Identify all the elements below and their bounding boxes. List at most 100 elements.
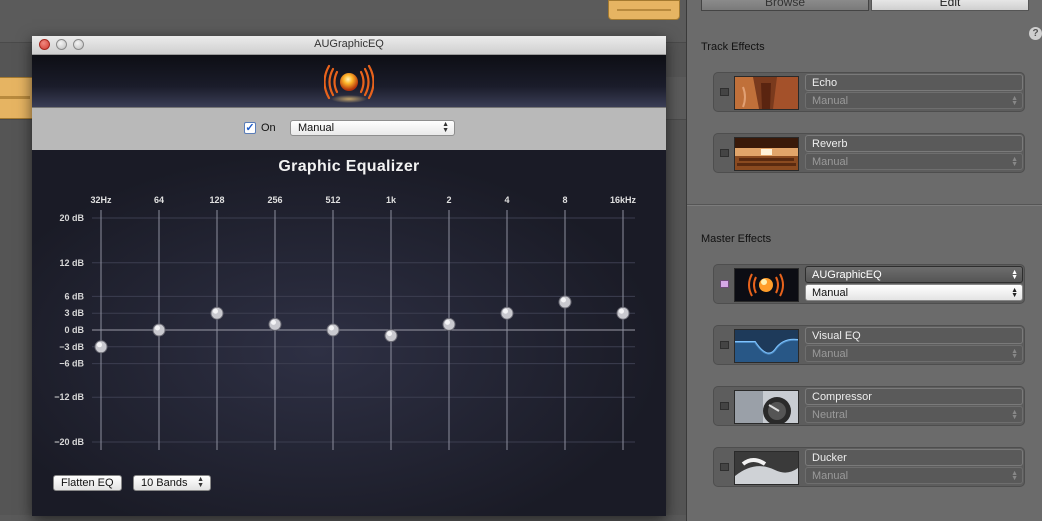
preset-select[interactable]: Manual ▲ ▼ xyxy=(290,120,455,136)
updown-arrows-icon: ▲ ▼ xyxy=(442,121,449,134)
updown-arrows-icon: ▲ ▼ xyxy=(1011,409,1018,421)
knob-highlight xyxy=(155,325,160,331)
band-label: 8 xyxy=(562,195,567,205)
band-label: 4 xyxy=(504,195,509,205)
knob-highlight xyxy=(329,325,334,331)
effect-toggle[interactable] xyxy=(720,402,729,410)
effect-slot-compressor: Compressor Neutral ▲ ▼ xyxy=(713,386,1025,426)
effect-preset-value: Manual xyxy=(812,348,849,360)
window-title: AUGraphicEQ xyxy=(314,38,384,50)
band-label: 16kHz xyxy=(610,195,637,205)
updown-arrows-icon: ▲ ▼ xyxy=(1011,269,1018,281)
band-label: 1k xyxy=(386,195,397,205)
equalizer-graph: 20 dB 12 dB 6 dB 3 dB 0 dB −3 dB −6 dB −12 dB −2… xyxy=(54,195,637,450)
window-titlebar[interactable]: AUGraphicEQ xyxy=(32,36,666,55)
effect-name-field[interactable]: Visual EQ xyxy=(805,327,1023,344)
effect-toggle[interactable] xyxy=(720,88,729,96)
effect-name-field[interactable]: AUGraphicEQ ▲ ▼ xyxy=(805,266,1023,283)
flatten-eq-button[interactable]: Flatten EQ xyxy=(53,475,122,491)
effect-preset-select[interactable]: Manual ▲ ▼ xyxy=(805,345,1023,362)
updown-arrows-icon: ▲ ▼ xyxy=(1011,348,1018,360)
effect-slot-echo: Echo Manual ▲ ▼ xyxy=(713,72,1025,112)
updown-arrows-icon: ▲ ▼ xyxy=(1011,470,1018,482)
effect-slot-visual-eq: Visual EQ Manual ▲ ▼ xyxy=(713,325,1025,365)
augraphiceq-window: AUGraphicEQ ✓ On Manual ▲ ▼ Graphic Equa… xyxy=(32,36,666,516)
plugin-header xyxy=(32,55,666,108)
db-label: −6 dB xyxy=(59,359,84,369)
knob-highlight xyxy=(271,319,276,325)
db-label: −3 dB xyxy=(59,342,84,352)
visual-eq-thumbnail-icon[interactable] xyxy=(734,329,799,363)
effect-preset-value: Manual xyxy=(812,156,849,168)
effect-name-field[interactable]: Compressor xyxy=(805,388,1023,405)
bands-select[interactable]: 10 Bands ▲ ▼ xyxy=(133,475,211,491)
updown-arrows-icon: ▲ ▼ xyxy=(1011,287,1018,299)
effect-slot-ducker: Ducker Manual ▲ ▼ xyxy=(713,447,1025,487)
audio-region[interactable] xyxy=(0,77,35,119)
effect-slot-augraphiceq: AUGraphicEQ ▲ ▼ Manual ▲ ▼ xyxy=(713,264,1025,304)
updown-arrows-icon: ▲ ▼ xyxy=(1011,95,1018,107)
effect-preset-value: Manual xyxy=(812,287,849,299)
track-effects-label: Track Effects xyxy=(701,41,765,53)
effect-name-value: AUGraphicEQ xyxy=(812,269,882,281)
bands-select-value: 10 Bands xyxy=(141,477,188,489)
effect-name-field[interactable]: Echo xyxy=(805,74,1023,91)
control-bar: ✓ On Manual ▲ ▼ xyxy=(32,108,666,151)
compressor-thumbnail-icon[interactable] xyxy=(734,390,799,424)
band-gain-knob[interactable] xyxy=(500,306,514,320)
knob-highlight xyxy=(619,308,624,314)
echo-thumbnail-icon[interactable] xyxy=(734,76,799,110)
help-icon[interactable]: ? xyxy=(1029,27,1042,40)
db-label: −20 dB xyxy=(54,437,84,447)
knob-highlight xyxy=(561,297,566,303)
band-label: 64 xyxy=(154,195,164,205)
section-divider xyxy=(687,204,1042,206)
effect-toggle[interactable] xyxy=(720,463,729,471)
ducker-thumbnail-icon[interactable] xyxy=(734,451,799,485)
effect-name-field[interactable]: Reverb xyxy=(805,135,1023,152)
audio-region[interactable] xyxy=(608,0,680,20)
db-label: 12 dB xyxy=(59,258,84,268)
edit-panel: Browse Edit ? Track Effects Echo Manual ▲… xyxy=(686,0,1042,521)
db-label: −12 dB xyxy=(54,392,84,402)
effect-preset-select[interactable]: Manual ▲ ▼ xyxy=(805,284,1023,301)
preset-value: Manual xyxy=(298,122,335,134)
effect-preset-select[interactable]: Manual ▲ ▼ xyxy=(805,92,1023,109)
on-checkbox[interactable]: ✓ xyxy=(244,122,256,134)
reverb-thumbnail-icon[interactable] xyxy=(734,137,799,171)
effect-preset-value: Manual xyxy=(812,470,849,482)
band-label: 2 xyxy=(446,195,451,205)
effect-preset-select[interactable]: Manual ▲ ▼ xyxy=(805,467,1023,484)
tab-edit[interactable]: Edit xyxy=(871,0,1029,11)
effect-preset-select[interactable]: Neutral ▲ ▼ xyxy=(805,406,1023,423)
tab-browse[interactable]: Browse xyxy=(701,0,869,11)
effect-toggle[interactable] xyxy=(720,341,729,349)
effect-slot-reverb: Reverb Manual ▲ ▼ xyxy=(713,133,1025,173)
effect-name-field[interactable]: Ducker xyxy=(805,449,1023,466)
effect-preset-value: Neutral xyxy=(812,409,848,421)
band-gain-knob[interactable] xyxy=(210,306,224,320)
master-effects-label: Master Effects xyxy=(701,233,772,245)
equalizer-panel: Graphic Equalizer 20 dB 12 dB 6 dB 3 dB 0 dB… xyxy=(32,150,666,516)
knob-highlight xyxy=(503,308,508,314)
on-label: On xyxy=(261,122,276,134)
updown-arrows-icon: ▲ ▼ xyxy=(1011,156,1018,168)
augraphiceq-thumbnail-icon[interactable] xyxy=(734,268,799,302)
band-label: 256 xyxy=(267,195,282,205)
db-label: 0 dB xyxy=(64,325,84,335)
effect-toggle[interactable] xyxy=(720,280,729,288)
effect-toggle[interactable] xyxy=(720,149,729,157)
band-gain-knob[interactable] xyxy=(616,306,630,320)
db-label: 3 dB xyxy=(64,308,84,318)
knob-highlight xyxy=(213,308,218,314)
updown-arrows-icon: ▲ ▼ xyxy=(197,476,204,489)
panel-tabs: Browse Edit xyxy=(701,0,1029,11)
band-label: 32Hz xyxy=(90,195,112,205)
band-label: 128 xyxy=(209,195,224,205)
effect-preset-value: Manual xyxy=(812,95,849,107)
effect-preset-select[interactable]: Manual ▲ ▼ xyxy=(805,153,1023,170)
knob-highlight xyxy=(387,331,392,337)
band-label: 512 xyxy=(325,195,340,205)
knob-highlight xyxy=(445,319,450,325)
db-label: 6 dB xyxy=(64,291,84,301)
